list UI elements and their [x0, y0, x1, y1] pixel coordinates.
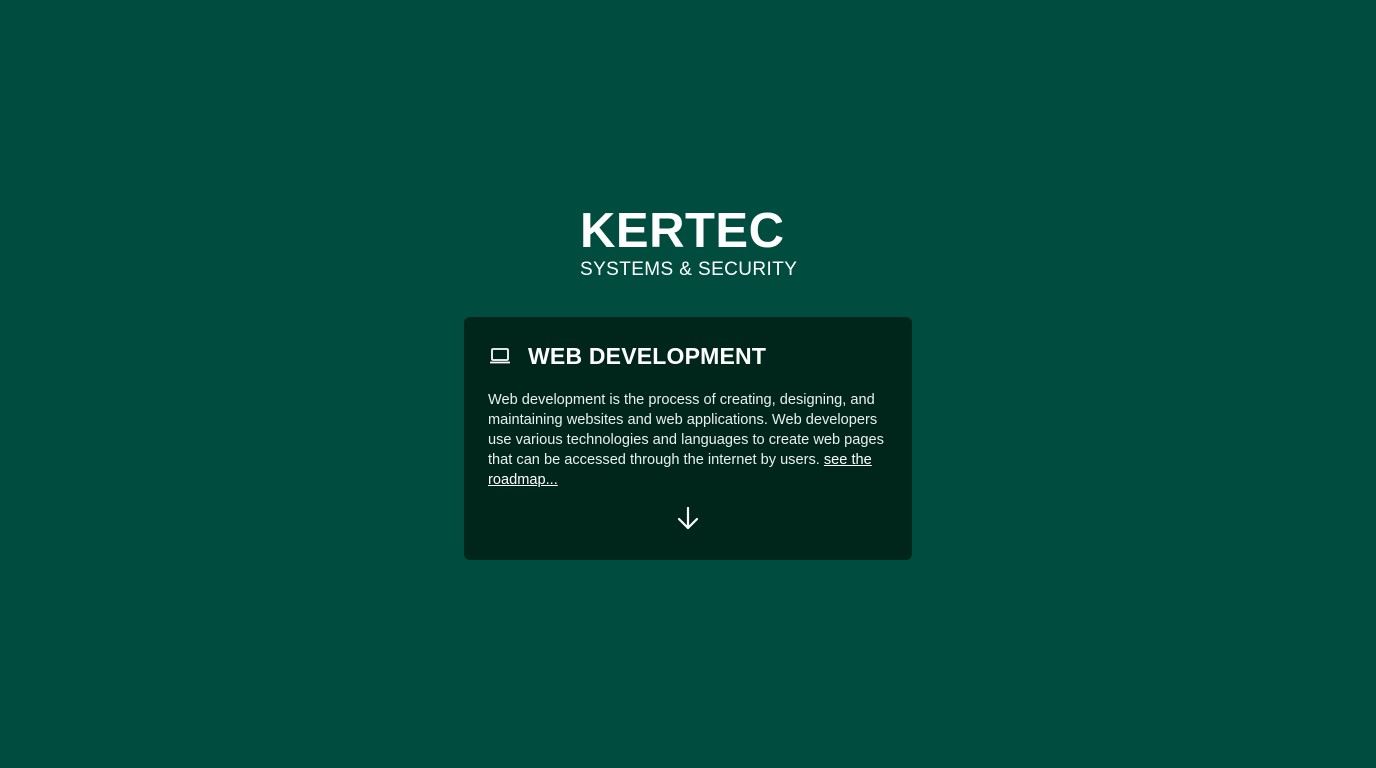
- brand-title: KERTEC: [580, 204, 785, 258]
- web-development-card: WEB DEVELOPMENT Web development is the p…: [464, 317, 912, 560]
- brand: KERTEC SYSTEMS & SECURITY: [580, 204, 797, 281]
- laptop-icon: [488, 344, 512, 368]
- card-title: WEB DEVELOPMENT: [528, 343, 767, 369]
- card-header: WEB DEVELOPMENT: [488, 343, 888, 369]
- card-description: Web development is the process of creati…: [488, 390, 888, 490]
- brand-subtitle: SYSTEMS & SECURITY: [580, 259, 798, 280]
- arrow-down-icon: [676, 505, 700, 536]
- expand-button[interactable]: [676, 505, 700, 536]
